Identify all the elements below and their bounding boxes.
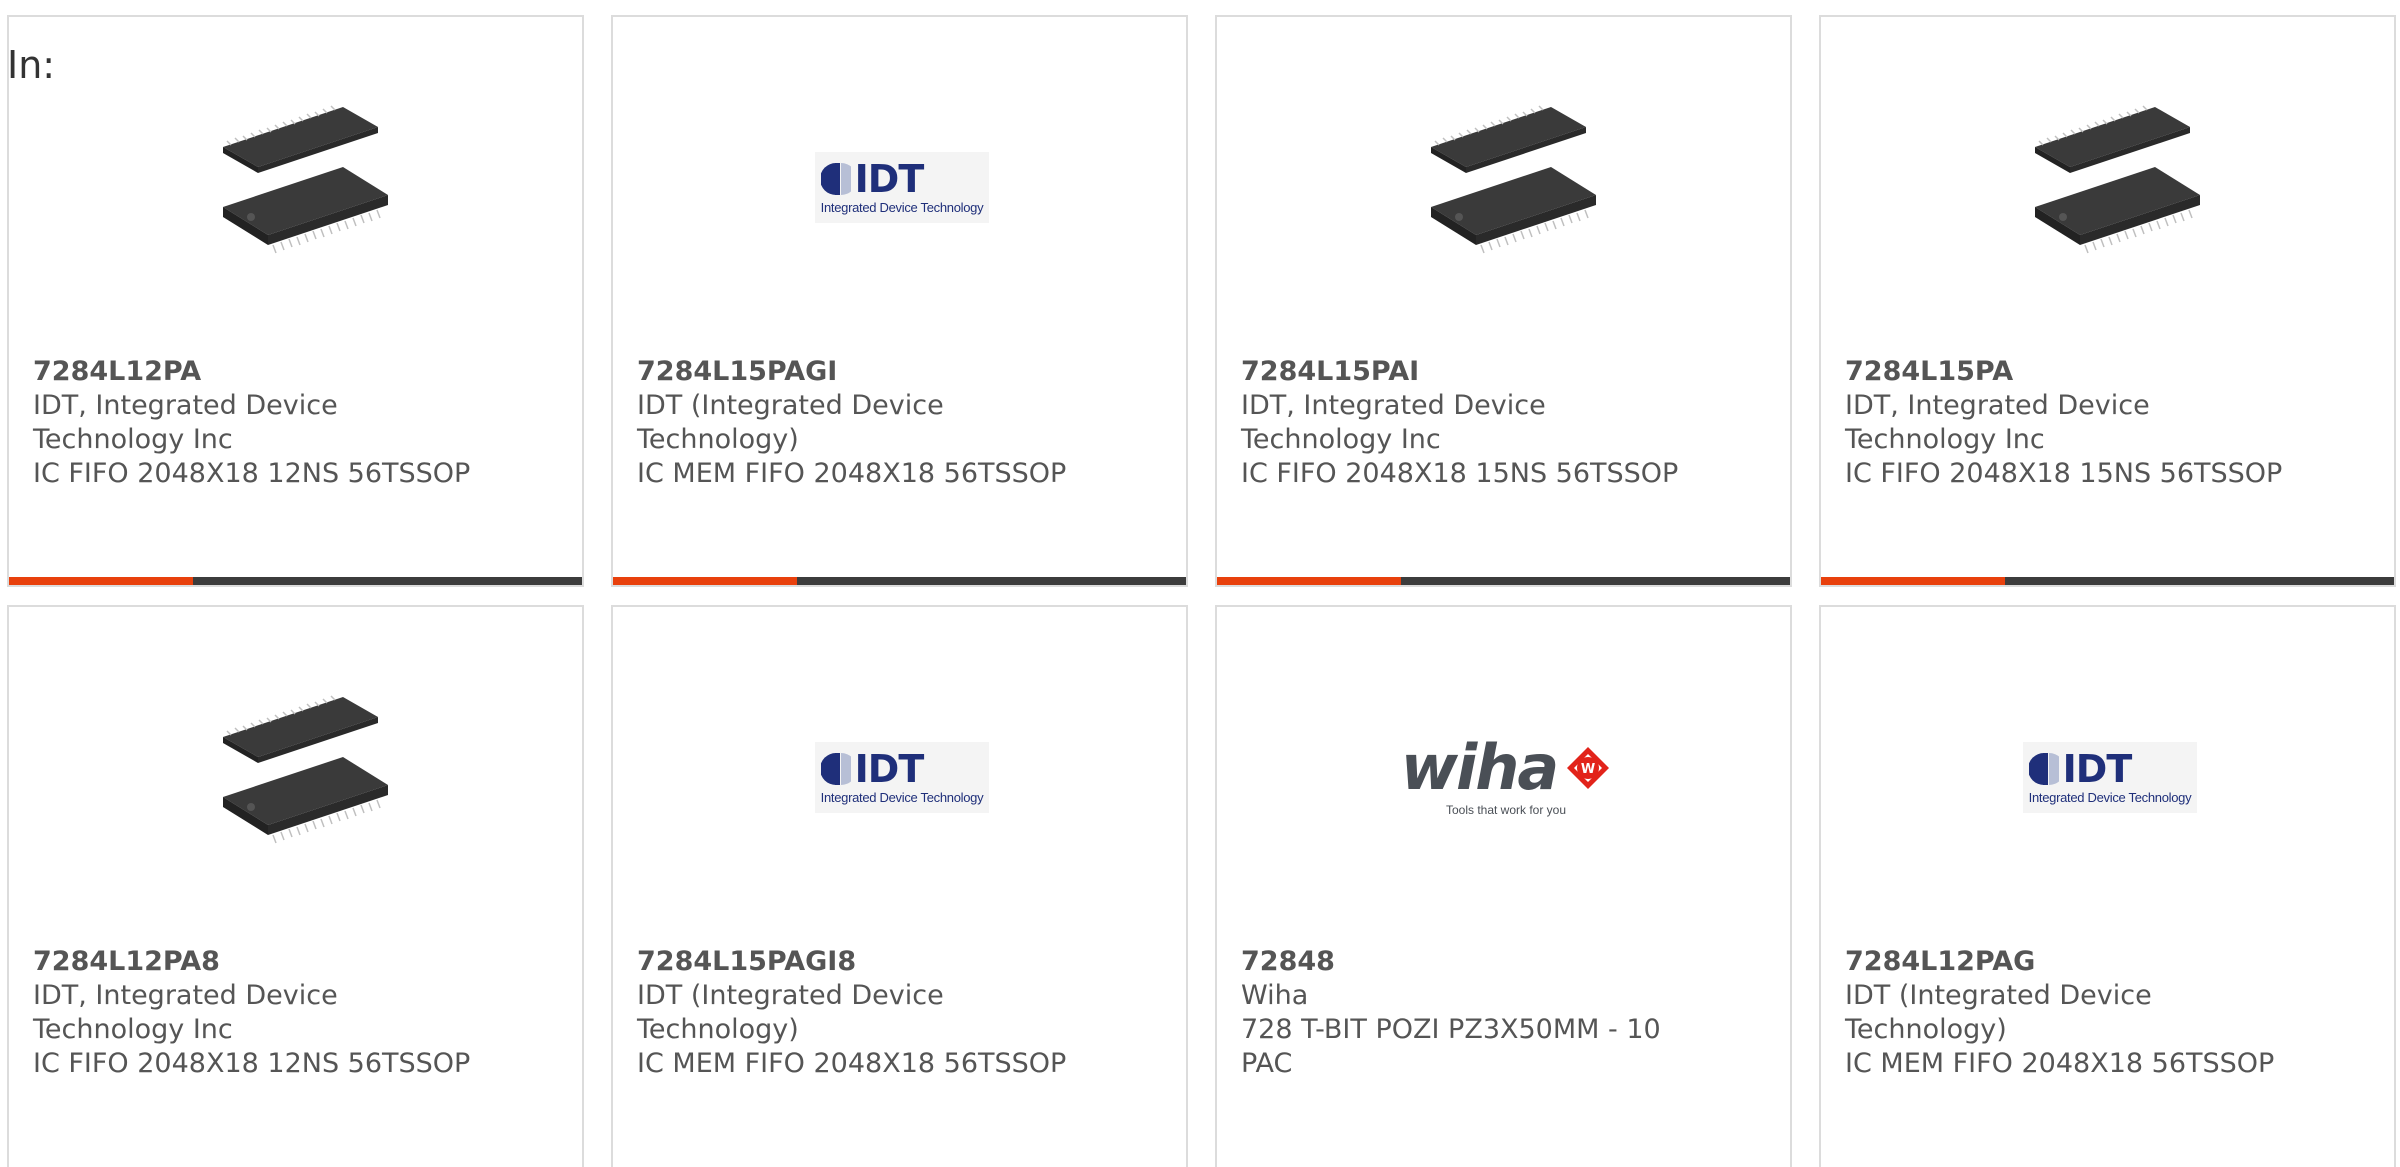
description: IC MEM FIFO 2048X18 56TSSOP (637, 1048, 1067, 1079)
manufacturer: IDT, Integrated Device (1845, 390, 2150, 421)
idt-mark-icon (2028, 752, 2059, 785)
description: IC MEM FIFO 2048X18 56TSSOP (637, 458, 1067, 489)
product-card[interactable]: IDT Integrated Device Technology 7284L12… (1819, 605, 2396, 1167)
description: IC FIFO 2048X18 15NS 56TSSOP (1845, 458, 2283, 489)
idt-logo: IDT Integrated Device Technology (2022, 741, 2198, 813)
manufacturer-cont: Technology Inc (1241, 424, 1441, 455)
product-card[interactable]: 7284L15PA IDT, Integrated Device Technol… (1819, 15, 2396, 587)
product-info: 7284L15PAI IDT, Integrated Device Techno… (1241, 355, 1761, 491)
idt-mark-icon (820, 162, 851, 195)
tssop-chip-image (1431, 105, 1596, 254)
product-image[interactable] (1406, 87, 1606, 287)
product-info: 7284L15PA IDT, Integrated Device Technol… (1845, 355, 2365, 491)
idt-logo-tagline: Integrated Device Technology (820, 199, 984, 215)
part-number-link[interactable]: 7284L12PA8 (33, 945, 553, 979)
part-number-link[interactable]: 7284L15PAI (1241, 355, 1761, 389)
product-card[interactable]: 7284L12PA8 IDT, Integrated Device Techno… (7, 605, 584, 1167)
card-accent-bar (1217, 577, 1790, 585)
manufacturer-cont: Technology) (637, 1014, 799, 1045)
manufacturer: IDT (Integrated Device (637, 390, 944, 421)
product-image[interactable]: IDT Integrated Device Technology (2010, 677, 2210, 877)
idt-logo: IDT Integrated Device Technology (814, 151, 990, 223)
idt-logo-tagline: Integrated Device Technology (820, 789, 984, 805)
filter-label: In: (7, 43, 56, 87)
product-info: 7284L15PAGI8 IDT (Integrated Device Tech… (637, 945, 1157, 1081)
product-grid: 7284L12PA IDT, Integrated Device Technol… (7, 15, 2400, 1167)
part-number-link[interactable]: 7284L15PA (1845, 355, 2365, 389)
product-image[interactable] (198, 87, 398, 287)
wiha-logo-tagline: Tools that work for you (1445, 803, 1567, 817)
product-info: 7284L15PAGI IDT (Integrated Device Techn… (637, 355, 1157, 491)
product-info: 7284L12PAG IDT (Integrated Device Techno… (1845, 945, 2365, 1081)
manufacturer: IDT (Integrated Device (1845, 980, 2152, 1011)
part-number-link[interactable]: 7284L12PA (33, 355, 553, 389)
part-number-link[interactable]: 7284L12PAG (1845, 945, 2365, 979)
description: IC FIFO 2048X18 12NS 56TSSOP (33, 458, 471, 489)
product-info: 72848 Wiha 728 T-BIT POZI PZ3X50MM - 10 … (1241, 945, 1761, 1081)
product-card[interactable]: 7284L15PAI IDT, Integrated Device Techno… (1215, 15, 1792, 587)
product-card[interactable]: IDT Integrated Device Technology 7284L15… (611, 605, 1188, 1167)
product-card[interactable]: 7284L12PA IDT, Integrated Device Technol… (7, 15, 584, 587)
tssop-chip-image (223, 695, 388, 844)
description: IC FIFO 2048X18 12NS 56TSSOP (33, 1048, 471, 1079)
manufacturer: IDT, Integrated Device (33, 980, 338, 1011)
idt-logo-text: IDT (2062, 746, 2133, 791)
product-info: 7284L12PA IDT, Integrated Device Technol… (33, 355, 553, 491)
product-info: 7284L12PA8 IDT, Integrated Device Techno… (33, 945, 553, 1081)
idt-logo-text: IDT (854, 746, 925, 791)
description: IC MEM FIFO 2048X18 56TSSOP (1845, 1048, 2275, 1079)
card-accent-bar (613, 577, 1186, 585)
manufacturer: IDT (Integrated Device (637, 980, 944, 1011)
manufacturer-cont: Technology Inc (33, 424, 233, 455)
product-image[interactable] (2010, 87, 2210, 287)
manufacturer-cont: Technology) (637, 424, 799, 455)
idt-logo-text: IDT (854, 156, 925, 201)
manufacturer: Wiha (1241, 980, 1309, 1011)
idt-mark-icon (820, 752, 851, 785)
tssop-chip-image (2035, 105, 2200, 254)
tssop-chip-image (223, 105, 388, 254)
product-card[interactable]: IDT Integrated Device Technology 7284L15… (611, 15, 1188, 587)
svg-text:W: W (1581, 762, 1595, 777)
manufacturer-cont: Technology) (1845, 1014, 2007, 1045)
description: 728 T-BIT POZI PZ3X50MM - 10 (1241, 1014, 1661, 1045)
part-number-link[interactable]: 7284L15PAGI8 (637, 945, 1157, 979)
wiha-logo: wiha W Tools that work for you (1401, 737, 1612, 817)
manufacturer-cont: Technology Inc (33, 1014, 233, 1045)
part-number-link[interactable]: 7284L15PAGI (637, 355, 1157, 389)
wiha-logo-text: wiha (1400, 731, 1560, 804)
manufacturer: IDT, Integrated Device (1241, 390, 1546, 421)
card-accent-bar (9, 577, 582, 585)
manufacturer: IDT, Integrated Device (33, 390, 338, 421)
product-image[interactable]: IDT Integrated Device Technology (802, 677, 1002, 877)
idt-logo: IDT Integrated Device Technology (814, 741, 990, 813)
product-image[interactable]: wiha W Tools that work for you (1401, 677, 1610, 877)
product-image[interactable]: IDT Integrated Device Technology (802, 87, 1002, 287)
card-accent-bar (1821, 577, 2394, 585)
part-number-link[interactable]: 72848 (1241, 945, 1761, 979)
description-cont: PAC (1241, 1048, 1293, 1079)
wiha-w-icon: W (1567, 747, 1610, 789)
product-image[interactable] (198, 677, 398, 877)
idt-logo-tagline: Integrated Device Technology (2028, 789, 2192, 805)
description: IC FIFO 2048X18 15NS 56TSSOP (1241, 458, 1679, 489)
product-results-page: In: 7284L12PA IDT, Integrated Device Tec… (0, 0, 2400, 1167)
manufacturer-cont: Technology Inc (1845, 424, 2045, 455)
product-card[interactable]: wiha W Tools that work for you 72848 Wih… (1215, 605, 1792, 1167)
